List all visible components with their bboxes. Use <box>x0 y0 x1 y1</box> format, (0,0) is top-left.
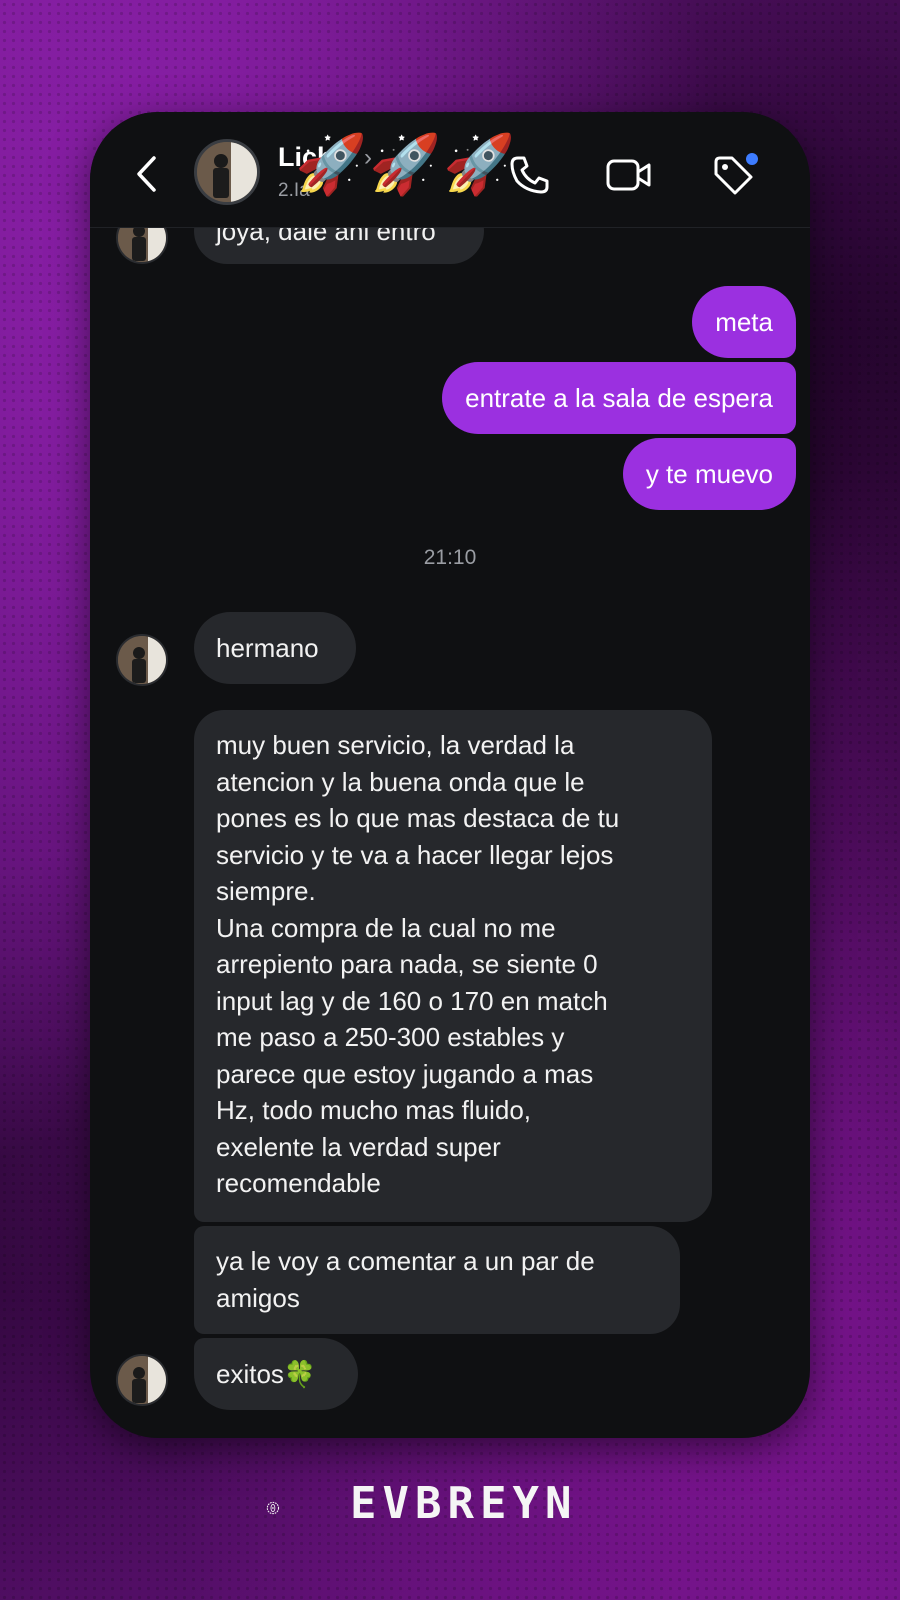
contact-avatar <box>116 1354 168 1406</box>
chat-screen: joya, dale ahi entro meta entrate a la s… <box>90 112 810 1438</box>
incoming-message: exitos🍀 <box>194 1338 358 1410</box>
phone-icon[interactable] <box>504 150 554 200</box>
rocket-emoji: 🚀🚀🚀 <box>295 132 518 197</box>
brand-name: EVBREYN <box>350 1478 578 1529</box>
message-thread: joya, dale ahi entro meta entrate a la s… <box>90 112 810 1438</box>
incoming-message: hermano <box>194 612 356 684</box>
incoming-message: ya le voy a comentar a un par de amigos <box>194 1226 680 1334</box>
brand-logo-icon <box>266 1501 280 1515</box>
outgoing-message: y te muevo <box>622 438 796 510</box>
video-camera-icon[interactable] <box>604 150 654 200</box>
incoming-message: muy buen servicio, la verdad la atencion… <box>194 710 712 1222</box>
message-timestamp: 21:10 <box>423 546 477 569</box>
chat-header: Lich 2.Ia › 🚀🚀🚀 <box>90 112 810 228</box>
back-arrow-icon[interactable] <box>130 152 166 196</box>
outgoing-message: entrate a la sala de espera <box>442 362 796 434</box>
header-avatar[interactable] <box>194 139 260 205</box>
contact-avatar <box>116 634 168 686</box>
tag-icon[interactable] <box>708 150 758 200</box>
outgoing-message: meta <box>692 286 796 358</box>
